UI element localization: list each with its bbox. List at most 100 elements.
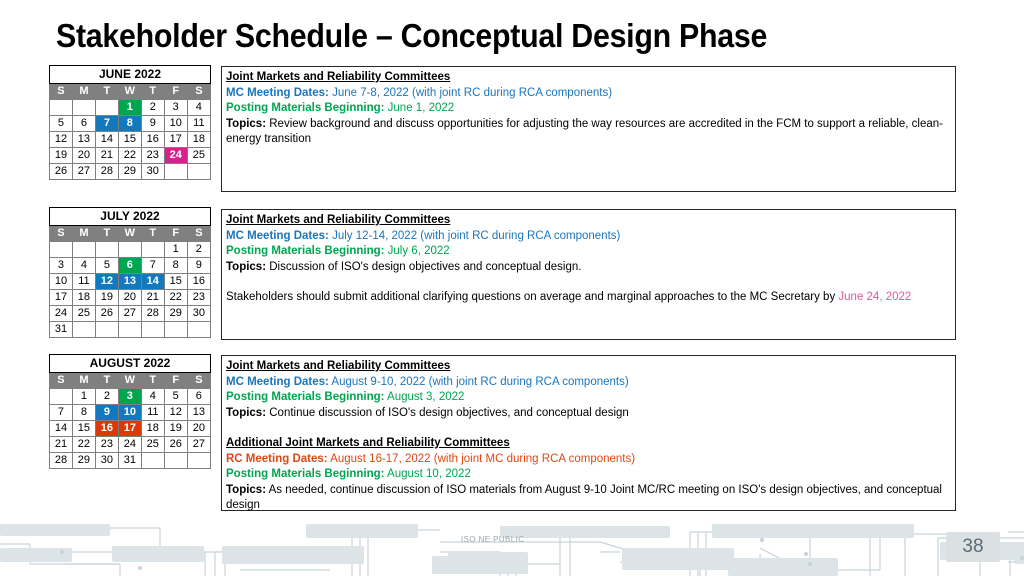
circuit-pattern-icon bbox=[0, 524, 1024, 576]
calendar-dow-0: S bbox=[49, 225, 73, 242]
calendar-title-august: AUGUST 2022 bbox=[49, 354, 211, 373]
box-july-posting-value: July 6, 2022 bbox=[384, 245, 450, 257]
box-june-topics-value: Review background and discuss opportunit… bbox=[226, 117, 943, 146]
calendar-day-11: 11 bbox=[186, 115, 212, 132]
box-august-spacer bbox=[226, 421, 951, 436]
page-number: 38 bbox=[946, 532, 1000, 562]
calendar-week-row: 5 6 7 8 9 10 11 bbox=[49, 115, 212, 132]
box-august-posting-label: Posting Materials Beginning: bbox=[226, 391, 385, 403]
calendar-day-13-highlight-blue[interactable]: 13 bbox=[117, 273, 142, 290]
calendar-dow-row: SMTWTFS bbox=[49, 83, 212, 100]
calendar-day-3: 3 bbox=[49, 257, 73, 274]
calendar-dow-1: M bbox=[71, 372, 96, 389]
calendar-day-30: 30 bbox=[186, 305, 212, 322]
calendar-day-9-highlight-blue[interactable]: 9 bbox=[94, 404, 119, 421]
calendar-dow-row: SMTWTFS bbox=[49, 225, 212, 242]
box-august-heading: Joint Markets and Reliability Committees bbox=[226, 360, 451, 372]
calendar-day-5: 5 bbox=[49, 115, 73, 132]
calendar-day-25: 25 bbox=[186, 147, 212, 164]
box-june-posting-label: Posting Materials Beginning: bbox=[226, 102, 385, 114]
calendar-day-4: 4 bbox=[140, 388, 165, 405]
calendar-cell-empty bbox=[49, 99, 73, 116]
calendar-day-3: 3 bbox=[163, 99, 188, 116]
calendar-day-21: 21 bbox=[94, 147, 119, 164]
calendar-day-12: 12 bbox=[49, 131, 73, 148]
calendar-day-22: 22 bbox=[71, 436, 96, 453]
calendar-week-row: 123456 bbox=[49, 388, 212, 405]
calendar-day-29: 29 bbox=[71, 452, 96, 469]
calendar-cell-empty bbox=[94, 99, 119, 116]
calendar-day-8-highlight-blue[interactable]: 8 bbox=[117, 115, 142, 132]
calendar-day-6: 6 bbox=[71, 115, 96, 132]
calendar-day-8: 8 bbox=[163, 257, 188, 274]
calendar-day-10: 10 bbox=[49, 273, 73, 290]
calendar-dow-3: W bbox=[117, 225, 142, 242]
box-august-posting-value: August 3, 2022 bbox=[384, 391, 465, 403]
calendar-day-4: 4 bbox=[186, 99, 212, 116]
calendar-day-16-highlight-red[interactable]: 16 bbox=[94, 420, 119, 437]
calendar-day-22: 22 bbox=[163, 289, 188, 306]
calendar-day-17-highlight-red[interactable]: 17 bbox=[117, 420, 142, 437]
calendar-cell-empty bbox=[140, 321, 165, 338]
calendar-dow-5: F bbox=[163, 83, 188, 100]
calendar-day-1-highlight-green[interactable]: 1 bbox=[117, 99, 142, 116]
slide-footer: ISO NE PUBLIC 38 bbox=[0, 518, 1024, 576]
calendar-day-13: 13 bbox=[71, 131, 96, 148]
calendar-day-20: 20 bbox=[186, 420, 212, 437]
calendar-day-19: 19 bbox=[94, 289, 119, 306]
calendar-day-2: 2 bbox=[186, 241, 212, 258]
calendar-day-3-highlight-green[interactable]: 3 bbox=[117, 388, 142, 405]
calendar-august: AUGUST 2022 S M T W T F S 1 2 3 4 5 6 7 8 9 10 11 12 13 14 15… bbox=[49, 354, 212, 469]
box-august-posting2-label: Posting Materials Beginning: bbox=[226, 468, 385, 480]
calendar-day-16: 16 bbox=[186, 273, 212, 290]
calendar-dow-3: W bbox=[117, 372, 142, 389]
box-august-topics2-label: Topics: bbox=[226, 483, 267, 496]
calendar-day-8: 8 bbox=[71, 404, 96, 421]
calendar-day-11: 11 bbox=[71, 273, 96, 290]
calendar-day-2: 2 bbox=[140, 99, 165, 116]
calendar-day-27: 27 bbox=[117, 305, 142, 322]
box-august-topics2-value: As needed, continue discussion of ISO ma… bbox=[226, 483, 942, 512]
calendar-day-10-highlight-blue[interactable]: 10 bbox=[117, 404, 142, 421]
box-july-topics-value: Discussion of ISO's design objectives an… bbox=[266, 260, 582, 273]
box-august-topics-value: Continue discussion of ISO's design obje… bbox=[266, 406, 629, 419]
calendar-day-2: 2 bbox=[94, 388, 119, 405]
calendar-day-29: 29 bbox=[117, 163, 142, 180]
calendar-cell-empty bbox=[71, 241, 96, 258]
calendar-cell-empty bbox=[71, 321, 96, 338]
calendar-day-1: 1 bbox=[71, 388, 96, 405]
calendar-cell-empty bbox=[140, 452, 165, 469]
calendar-day-12-highlight-blue[interactable]: 12 bbox=[94, 273, 119, 290]
calendar-dow-6: S bbox=[186, 225, 212, 242]
calendar-day-24-highlight-magenta[interactable]: 24 bbox=[163, 147, 188, 164]
box-june-mc-line: MC Meeting Dates: June 7-8, 2022 (with j… bbox=[226, 86, 951, 102]
calendar-july: JULY 2022 S M T W T F S 1 2 3 4 5 6 7 8 9 10 11 12 13 14 15 16… bbox=[49, 207, 212, 338]
calendar-day-14-highlight-blue[interactable]: 14 bbox=[140, 273, 165, 290]
calendar-day-30: 30 bbox=[94, 452, 119, 469]
calendar-cell-empty bbox=[49, 388, 73, 405]
box-august-mc-label: MC Meeting Dates: bbox=[226, 375, 329, 388]
calendar-day-14: 14 bbox=[94, 131, 119, 148]
calendar-day-15: 15 bbox=[71, 420, 96, 437]
calendar-day-26: 26 bbox=[49, 163, 73, 180]
calendar-day-12: 12 bbox=[163, 404, 188, 421]
box-august-posting2-value: August 10, 2022 bbox=[384, 468, 471, 480]
box-july-posting-label: Posting Materials Beginning: bbox=[226, 245, 385, 257]
calendar-day-6-highlight-green[interactable]: 6 bbox=[117, 257, 142, 274]
page-title: Stakeholder Schedule – Conceptual Design… bbox=[56, 17, 768, 54]
calendar-day-7-highlight-blue[interactable]: 7 bbox=[94, 115, 119, 132]
calendar-day-5: 5 bbox=[163, 388, 188, 405]
calendar-day-14: 14 bbox=[49, 420, 73, 437]
calendar-day-19: 19 bbox=[163, 420, 188, 437]
box-august-heading2: Additional Joint Markets and Reliability… bbox=[226, 437, 510, 449]
calendar-week-row: 12 13 14 15 16 17 18 bbox=[49, 131, 212, 148]
calendar-day-24: 24 bbox=[117, 436, 142, 453]
box-june-mc-label: MC Meeting Dates: bbox=[226, 86, 329, 99]
box-august-topics-line: Topics: Continue discussion of ISO's des… bbox=[226, 406, 951, 422]
calendar-day-11: 11 bbox=[140, 404, 165, 421]
calendar-day-4: 4 bbox=[71, 257, 96, 274]
box-june-posting-value: June 1, 2022 bbox=[384, 102, 455, 114]
calendar-dow-4: T bbox=[140, 225, 165, 242]
calendar-day-16: 16 bbox=[140, 131, 165, 148]
calendar-day-31: 31 bbox=[117, 452, 142, 469]
